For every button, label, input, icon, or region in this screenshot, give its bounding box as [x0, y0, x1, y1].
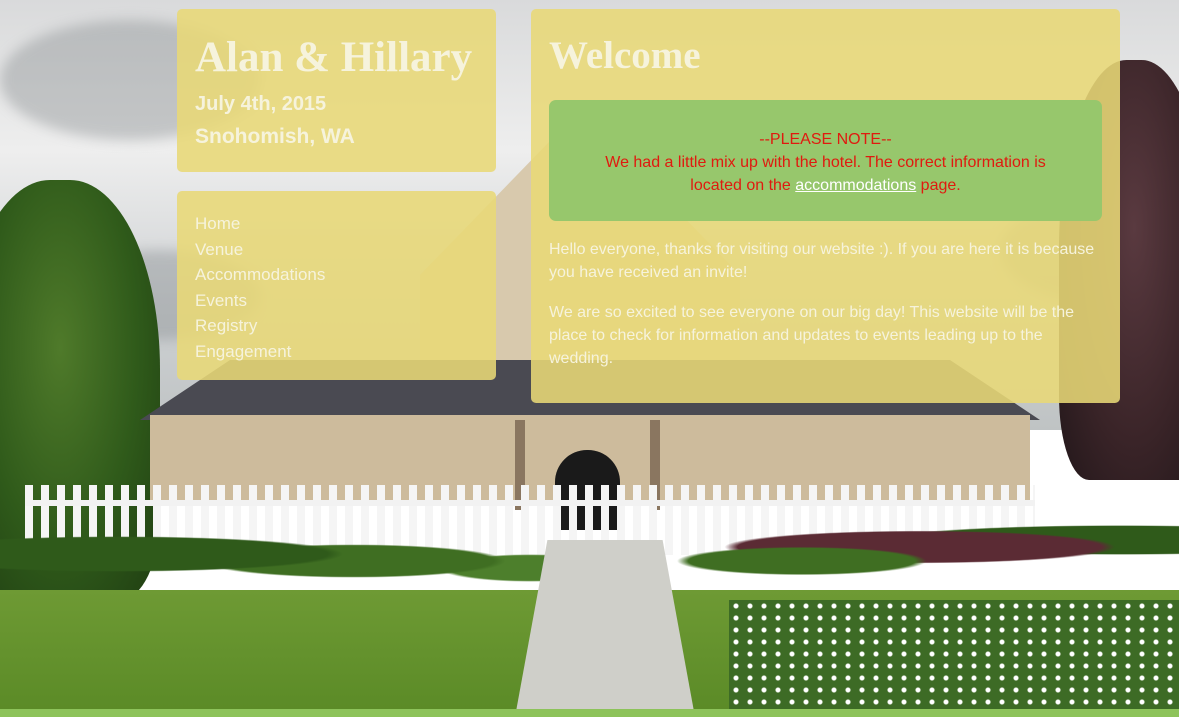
notice-text: We had a little mix up with the hotel. T…: [549, 151, 1102, 197]
flower-bed: [729, 600, 1179, 717]
notice-box: --PLEASE NOTE-- We had a little mix up w…: [549, 100, 1102, 221]
notice-heading: --PLEASE NOTE--: [759, 131, 892, 148]
wedding-date: July 4th, 2015: [195, 93, 327, 115]
main-panel: Welcome --PLEASE NOTE-- We had a little …: [531, 9, 1120, 403]
info-paragraph: We are so excited to see everyone on our…: [549, 304, 1075, 367]
nav-item-venue[interactable]: Venue: [195, 237, 325, 263]
notice-text-after: page.: [916, 177, 961, 194]
page-title: Welcome: [549, 34, 701, 77]
intro-paragraph: Hello everyone, thanks for visiting our …: [549, 241, 1095, 281]
nav-list: Home Venue Accommodations Events Registr…: [195, 211, 325, 365]
nav-item-registry[interactable]: Registry: [195, 313, 325, 339]
nav-item-home[interactable]: Home: [195, 211, 325, 237]
nav-panel: Home Venue Accommodations Events Registr…: [177, 191, 496, 380]
nav-item-engagement[interactable]: Engagement: [195, 339, 325, 365]
accommodations-link[interactable]: accommodations: [795, 177, 916, 194]
nav-item-accommodations[interactable]: Accommodations: [195, 262, 325, 288]
title-panel: Alan & Hillary July 4th, 2015 Snohomish,…: [177, 9, 496, 172]
couple-names: Alan & Hillary: [195, 34, 473, 81]
wedding-location: Snohomish, WA: [195, 125, 355, 148]
footer-bar: [0, 709, 1179, 717]
nav-item-events[interactable]: Events: [195, 288, 325, 314]
